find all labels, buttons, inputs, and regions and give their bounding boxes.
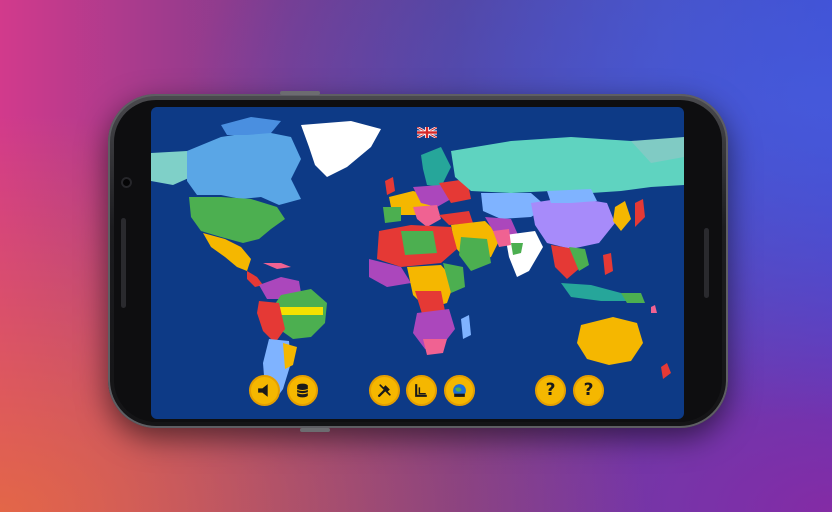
korea-japan[interactable] bbox=[613, 201, 631, 231]
app-screen bbox=[151, 107, 684, 419]
canada[interactable] bbox=[187, 131, 301, 205]
phone-speaker bbox=[121, 218, 126, 308]
front-camera bbox=[121, 177, 132, 188]
scandinavia[interactable] bbox=[421, 147, 451, 187]
sahara[interactable] bbox=[401, 231, 437, 255]
indonesia[interactable] bbox=[561, 283, 629, 301]
book-icon bbox=[415, 384, 427, 397]
world-map[interactable] bbox=[151, 107, 684, 419]
uk[interactable] bbox=[385, 177, 395, 195]
greenland[interactable] bbox=[301, 121, 381, 177]
phone-bottom-button bbox=[300, 428, 330, 432]
new-zealand[interactable] bbox=[661, 363, 671, 379]
help-icon: ? bbox=[583, 380, 594, 400]
south-africa[interactable] bbox=[423, 339, 447, 355]
sound-button[interactable] bbox=[249, 375, 280, 406]
brazil-band[interactable] bbox=[275, 307, 323, 315]
usa[interactable] bbox=[189, 197, 285, 243]
phone-side-button bbox=[704, 228, 709, 298]
mongolia[interactable] bbox=[547, 189, 597, 203]
database-button[interactable] bbox=[287, 375, 318, 406]
southern-cone[interactable] bbox=[283, 343, 297, 369]
philippines[interactable] bbox=[603, 253, 613, 275]
india[interactable] bbox=[505, 231, 543, 277]
arctic-islands[interactable] bbox=[221, 117, 281, 135]
phone-top-button bbox=[280, 91, 320, 95]
database-icon bbox=[296, 383, 309, 398]
china[interactable] bbox=[531, 197, 615, 249]
globe-button[interactable] bbox=[444, 375, 475, 406]
turkey[interactable] bbox=[439, 211, 473, 225]
iberia[interactable] bbox=[383, 207, 401, 223]
globe-icon bbox=[453, 384, 466, 397]
japan[interactable] bbox=[635, 199, 645, 227]
tools-button[interactable] bbox=[369, 375, 400, 406]
tools-icon bbox=[378, 384, 391, 397]
speaker-icon bbox=[258, 384, 268, 397]
help-button-1[interactable]: ? bbox=[535, 375, 566, 406]
italy-balkans[interactable] bbox=[413, 205, 441, 227]
uk-flag-icon bbox=[417, 127, 437, 138]
madagascar[interactable] bbox=[461, 315, 471, 339]
new-guinea[interactable] bbox=[621, 293, 645, 303]
pacific-islands[interactable] bbox=[651, 305, 657, 313]
book-button[interactable] bbox=[406, 375, 437, 406]
arabia[interactable] bbox=[459, 237, 491, 271]
help-icon: ? bbox=[545, 380, 556, 400]
alaska[interactable] bbox=[151, 151, 191, 185]
help-button-2[interactable]: ? bbox=[573, 375, 604, 406]
australia[interactable] bbox=[577, 317, 643, 365]
caribbean[interactable] bbox=[263, 263, 291, 269]
